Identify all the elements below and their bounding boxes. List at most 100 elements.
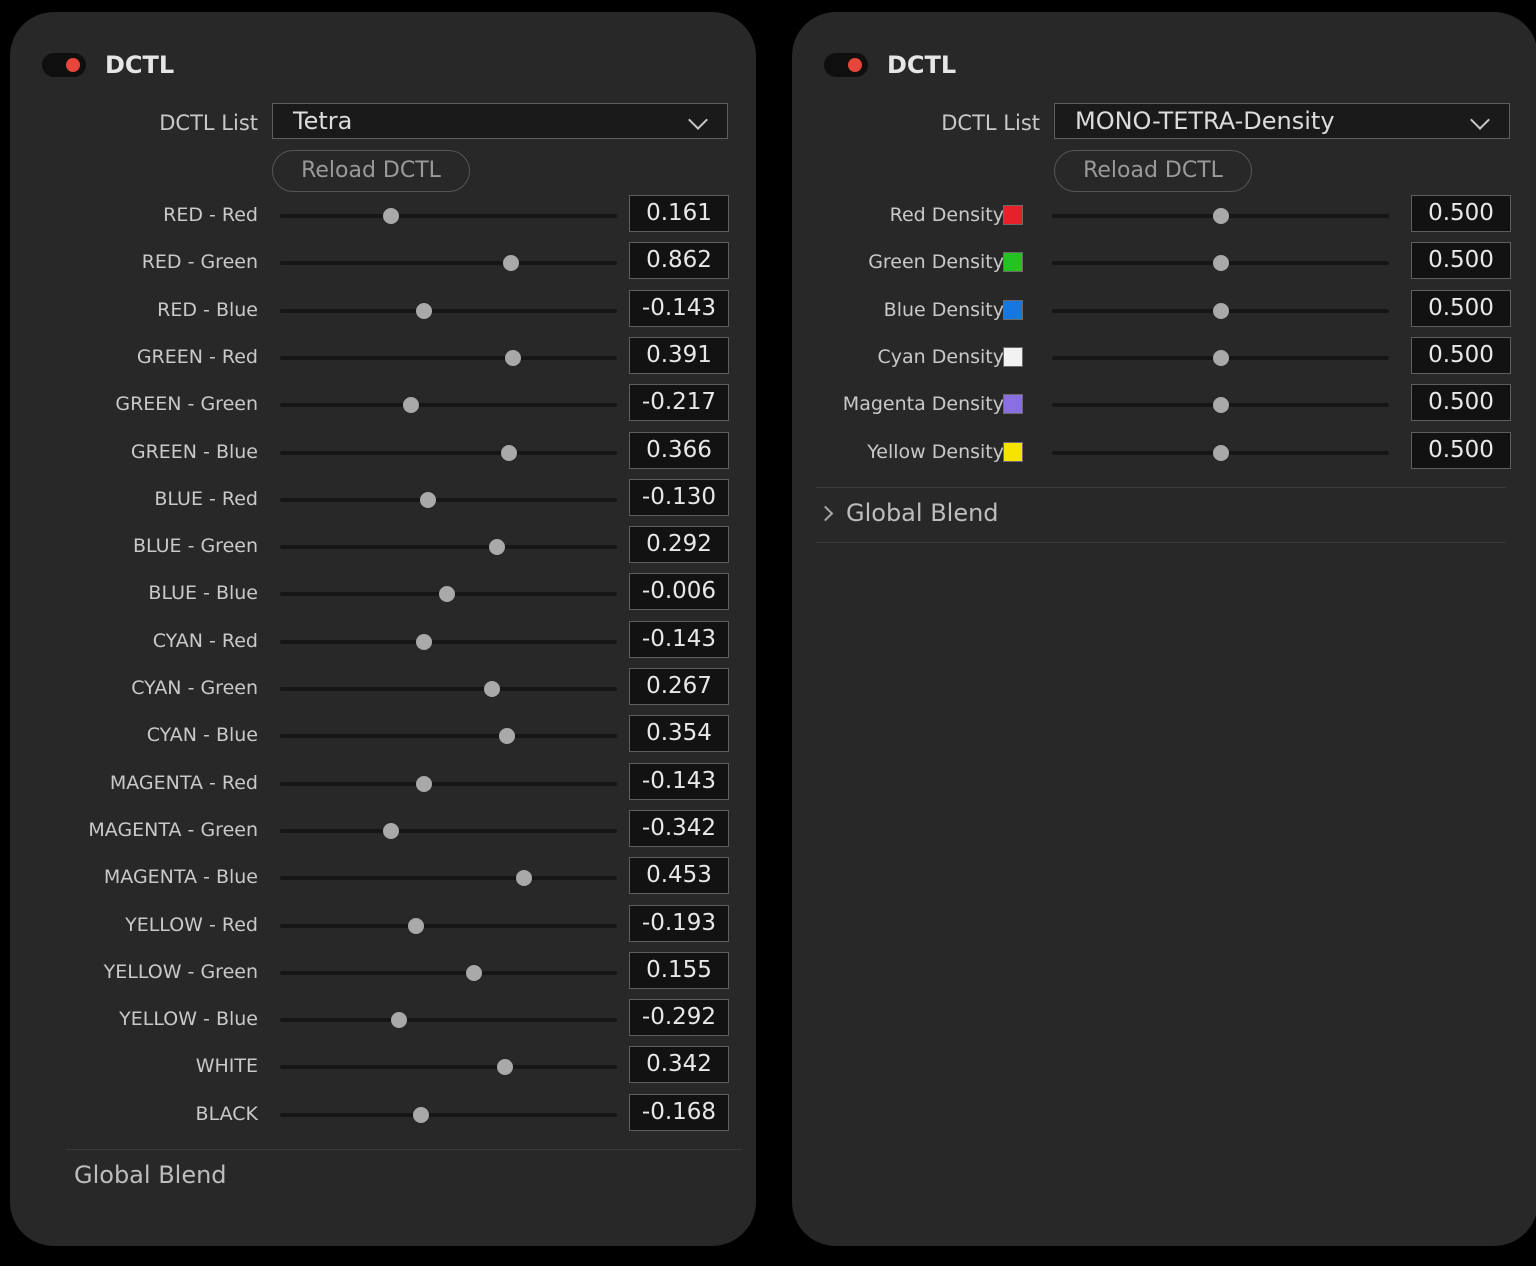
param-slider[interactable] bbox=[280, 681, 617, 697]
toggle-indicator-icon bbox=[848, 58, 862, 72]
param-slider[interactable] bbox=[280, 444, 617, 461]
slider-thumb[interactable] bbox=[383, 822, 400, 839]
param-value-field[interactable]: 0.500 bbox=[1411, 384, 1511, 422]
param-value-field[interactable]: -0.130 bbox=[629, 478, 729, 516]
slider-thumb[interactable] bbox=[412, 1106, 429, 1123]
param-value-field[interactable]: 0.342 bbox=[629, 1046, 729, 1084]
slider-thumb[interactable] bbox=[383, 208, 400, 224]
global-blend-section: Global Blend bbox=[846, 499, 999, 527]
param-slider[interactable] bbox=[280, 964, 617, 981]
param-value-field[interactable]: 0.862 bbox=[629, 242, 729, 280]
param-slider[interactable] bbox=[1052, 349, 1389, 366]
param-slider[interactable] bbox=[280, 208, 617, 224]
param-slider[interactable] bbox=[1052, 444, 1389, 461]
param-value-field[interactable]: -0.143 bbox=[629, 620, 729, 658]
reload-dctl-button[interactable]: Reload DCTL bbox=[1054, 150, 1252, 192]
slider-thumb[interactable] bbox=[515, 870, 532, 887]
param-value-field[interactable]: -0.168 bbox=[629, 1093, 729, 1131]
slider-thumb[interactable] bbox=[1212, 302, 1229, 319]
param-slider[interactable] bbox=[280, 491, 617, 508]
dctl-list-dropdown[interactable]: Tetra bbox=[272, 103, 728, 139]
param-slider[interactable] bbox=[280, 917, 617, 934]
chevron-down-icon bbox=[1470, 110, 1490, 130]
param-label: Blue Density bbox=[883, 298, 1004, 321]
param-value-field[interactable]: 0.267 bbox=[629, 668, 729, 705]
param-value-field[interactable]: 0.500 bbox=[1411, 289, 1511, 327]
param-value-field[interactable]: 0.292 bbox=[629, 526, 729, 564]
param-slider[interactable] bbox=[280, 822, 617, 839]
param-slider[interactable] bbox=[1052, 255, 1389, 272]
slider-thumb[interactable] bbox=[483, 681, 500, 697]
param-slider[interactable] bbox=[1052, 208, 1389, 224]
param-value-field[interactable]: 0.391 bbox=[629, 336, 729, 374]
param-slider[interactable] bbox=[280, 302, 617, 319]
param-slider[interactable] bbox=[1052, 397, 1389, 414]
param-row: YELLOW - Red -0.193 bbox=[10, 903, 756, 950]
param-value-field[interactable]: 0.500 bbox=[1411, 336, 1511, 374]
param-slider[interactable] bbox=[280, 775, 617, 792]
param-value-field[interactable]: -0.217 bbox=[629, 384, 729, 422]
slider-thumb[interactable] bbox=[438, 586, 455, 603]
param-slider[interactable] bbox=[280, 539, 617, 556]
param-row: Magenta Density 0.500 bbox=[792, 382, 1536, 429]
slider-thumb[interactable] bbox=[504, 349, 521, 366]
param-slider[interactable] bbox=[280, 1059, 617, 1076]
param-value-field[interactable]: 0.500 bbox=[1411, 242, 1511, 280]
slider-thumb[interactable] bbox=[415, 302, 432, 319]
reload-dctl-button[interactable]: Reload DCTL bbox=[272, 150, 470, 192]
param-value-field[interactable]: 0.453 bbox=[629, 857, 729, 895]
param-value-field[interactable]: -0.006 bbox=[629, 573, 729, 611]
param-slider[interactable] bbox=[280, 728, 617, 745]
slider-thumb[interactable] bbox=[488, 539, 505, 556]
param-label: GREEN - Green bbox=[115, 393, 258, 416]
slider-thumb[interactable] bbox=[419, 491, 436, 508]
slider-thumb[interactable] bbox=[391, 1012, 408, 1029]
slider-thumb[interactable] bbox=[502, 255, 519, 272]
param-value-field[interactable]: -0.143 bbox=[629, 289, 729, 327]
slider-thumb[interactable] bbox=[1212, 444, 1229, 461]
param-label: YELLOW - Red bbox=[125, 913, 258, 936]
color-swatch bbox=[1003, 299, 1023, 320]
param-value-field[interactable]: 0.500 bbox=[1411, 195, 1511, 232]
param-value-field[interactable]: 0.161 bbox=[629, 195, 729, 232]
param-slider[interactable] bbox=[280, 586, 617, 603]
param-slider[interactable] bbox=[280, 1012, 617, 1029]
param-value-field[interactable]: 0.500 bbox=[1411, 431, 1511, 469]
param-slider[interactable] bbox=[280, 870, 617, 887]
param-row: Cyan Density 0.500 bbox=[792, 335, 1536, 382]
param-value-field[interactable]: 0.354 bbox=[629, 715, 729, 753]
slider-thumb[interactable] bbox=[496, 1059, 513, 1076]
slider-thumb[interactable] bbox=[500, 444, 517, 461]
param-slider[interactable] bbox=[280, 633, 617, 650]
param-label: RED - Red bbox=[163, 204, 258, 226]
param-row: BLUE - Green 0.292 bbox=[10, 524, 756, 571]
param-label: Magenta Density bbox=[842, 393, 1004, 416]
enable-toggle[interactable] bbox=[824, 53, 868, 77]
param-value-field[interactable]: -0.342 bbox=[629, 809, 729, 847]
slider-thumb[interactable] bbox=[1212, 349, 1229, 366]
param-value-field[interactable]: 0.366 bbox=[629, 431, 729, 469]
param-slider[interactable] bbox=[280, 397, 617, 414]
slider-thumb[interactable] bbox=[408, 917, 425, 934]
slider-thumb[interactable] bbox=[415, 633, 432, 650]
param-slider[interactable] bbox=[280, 1106, 617, 1123]
dctl-panel-mono-tetra-density: DCTL DCTL List MONO-TETRA-Density Reload… bbox=[792, 12, 1536, 1246]
param-slider[interactable] bbox=[280, 349, 617, 366]
slider-thumb[interactable] bbox=[1212, 255, 1229, 272]
param-value-field[interactable]: -0.143 bbox=[629, 762, 729, 800]
slider-thumb[interactable] bbox=[1212, 208, 1229, 224]
param-value-field[interactable]: -0.292 bbox=[629, 999, 729, 1037]
slider-thumb[interactable] bbox=[498, 728, 515, 745]
dctl-list-dropdown[interactable]: MONO-TETRA-Density bbox=[1054, 103, 1510, 139]
param-row: WHITE 0.342 bbox=[10, 1044, 756, 1091]
param-value-field[interactable]: -0.193 bbox=[629, 904, 729, 942]
param-slider[interactable] bbox=[280, 255, 617, 272]
slider-thumb[interactable] bbox=[415, 775, 432, 792]
slider-thumb[interactable] bbox=[466, 964, 483, 981]
slider-thumb[interactable] bbox=[1212, 397, 1229, 414]
param-value-field[interactable]: 0.155 bbox=[629, 951, 729, 989]
enable-toggle[interactable] bbox=[42, 53, 86, 77]
slider-thumb[interactable] bbox=[403, 397, 420, 414]
param-slider[interactable] bbox=[1052, 302, 1389, 319]
global-blend-section[interactable]: Global Blend bbox=[74, 1160, 227, 1190]
